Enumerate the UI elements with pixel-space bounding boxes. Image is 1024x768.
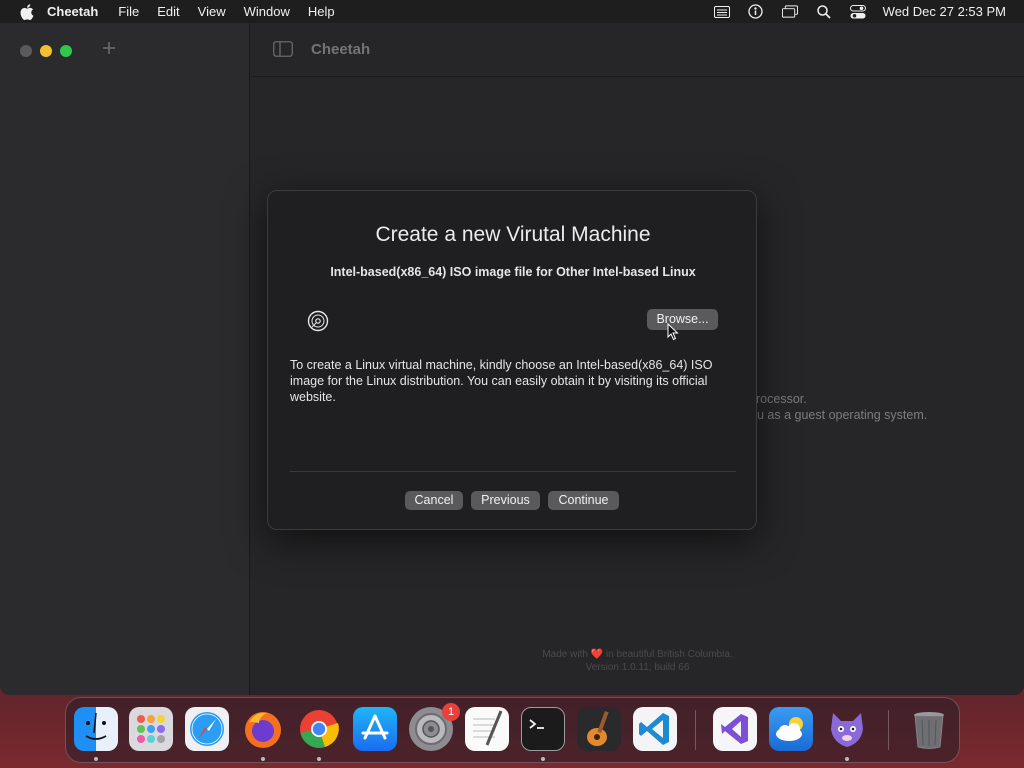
spotlight-search-icon[interactable] <box>816 4 832 20</box>
footer-version: Version 1.0.11, build 66 <box>585 662 690 673</box>
cheetah-running-indicator <box>845 757 849 761</box>
menu-edit[interactable]: Edit <box>157 4 179 19</box>
minimize-window-button[interactable] <box>40 45 52 57</box>
notification-badge: 1 <box>442 703 460 721</box>
screen-mirroring-icon[interactable] <box>781 4 798 20</box>
previous-button[interactable]: Previous <box>471 491 540 510</box>
create-vm-dialog: Create a new Virutal Machine Intel-based… <box>267 190 757 530</box>
vscode-icon[interactable] <box>633 707 677 751</box>
disc-image-icon <box>307 310 329 332</box>
finder-icon[interactable] <box>74 707 118 751</box>
mouse-pointer-icon <box>667 322 679 341</box>
menu-extras: Wed Dec 27 2:53 PM <box>696 0 1006 23</box>
chrome-icon[interactable] <box>297 707 341 751</box>
cancel-button[interactable]: Cancel <box>405 491 463 510</box>
launchpad-icon[interactable] <box>129 707 173 751</box>
trash-icon[interactable] <box>907 707 951 751</box>
dialog-description: To create a Linux virtual machine, kindl… <box>290 358 713 404</box>
menu-file[interactable]: File <box>118 4 139 19</box>
accessibility-icon[interactable] <box>748 4 764 20</box>
continue-button[interactable]: Continue <box>548 491 619 510</box>
apple-menu-icon[interactable] <box>19 3 35 20</box>
visual-studio-icon[interactable] <box>713 707 757 751</box>
menu-bar: Cheetah File Edit View Window Help Wed D… <box>0 0 1024 23</box>
dialog-divider <box>290 471 736 472</box>
cheetah-icon[interactable] <box>825 707 869 751</box>
dock-separator-trash <box>888 710 889 750</box>
safari-icon[interactable] <box>185 707 229 751</box>
finder-running-indicator <box>94 757 98 761</box>
dock: 1 <box>65 697 960 763</box>
sidebar <box>0 23 250 695</box>
plus-icon <box>103 42 115 54</box>
menu-clock[interactable]: Wed Dec 27 2:53 PM <box>883 4 1006 19</box>
dialog-title: Create a new Virutal Machine <box>375 223 651 246</box>
add-vm-button[interactable] <box>100 40 118 58</box>
control-center-icon[interactable] <box>849 4 866 20</box>
app-store-icon[interactable] <box>353 707 397 751</box>
menu-help[interactable]: Help <box>308 4 335 19</box>
firefox-running-indicator <box>261 757 265 761</box>
footer-credit: Made with ❤️ in beautiful British Columb… <box>542 649 733 660</box>
firefox-icon[interactable] <box>241 707 285 751</box>
window-toolbar: Cheetah <box>251 23 1024 77</box>
window-title: Cheetah <box>311 41 371 58</box>
menu-app-name[interactable]: Cheetah <box>47 4 98 19</box>
weather-icon[interactable] <box>769 707 813 751</box>
background-text-line-2: u as a guest operating system. <box>757 408 928 422</box>
garageband-icon[interactable] <box>577 707 621 751</box>
terminal-icon[interactable] <box>521 707 565 751</box>
close-window-button[interactable] <box>20 45 32 57</box>
dock-separator <box>695 710 696 750</box>
browse-button[interactable]: Browse... <box>647 309 718 330</box>
textedit-icon[interactable] <box>465 707 509 751</box>
keyboard-viewer-icon[interactable] <box>713 4 730 20</box>
terminal-running-indicator <box>541 757 545 761</box>
zoom-window-button[interactable] <box>60 45 72 57</box>
window-controls <box>20 45 80 57</box>
chrome-running-indicator <box>317 757 321 761</box>
menu-view[interactable]: View <box>198 4 226 19</box>
menu-window[interactable]: Window <box>244 4 290 19</box>
dialog-subtitle: Intel-based(x86_64) ISO image file for O… <box>330 265 696 279</box>
background-text-line-1: rocessor. <box>756 392 807 406</box>
sidebar-toggle-icon[interactable] <box>273 41 293 57</box>
